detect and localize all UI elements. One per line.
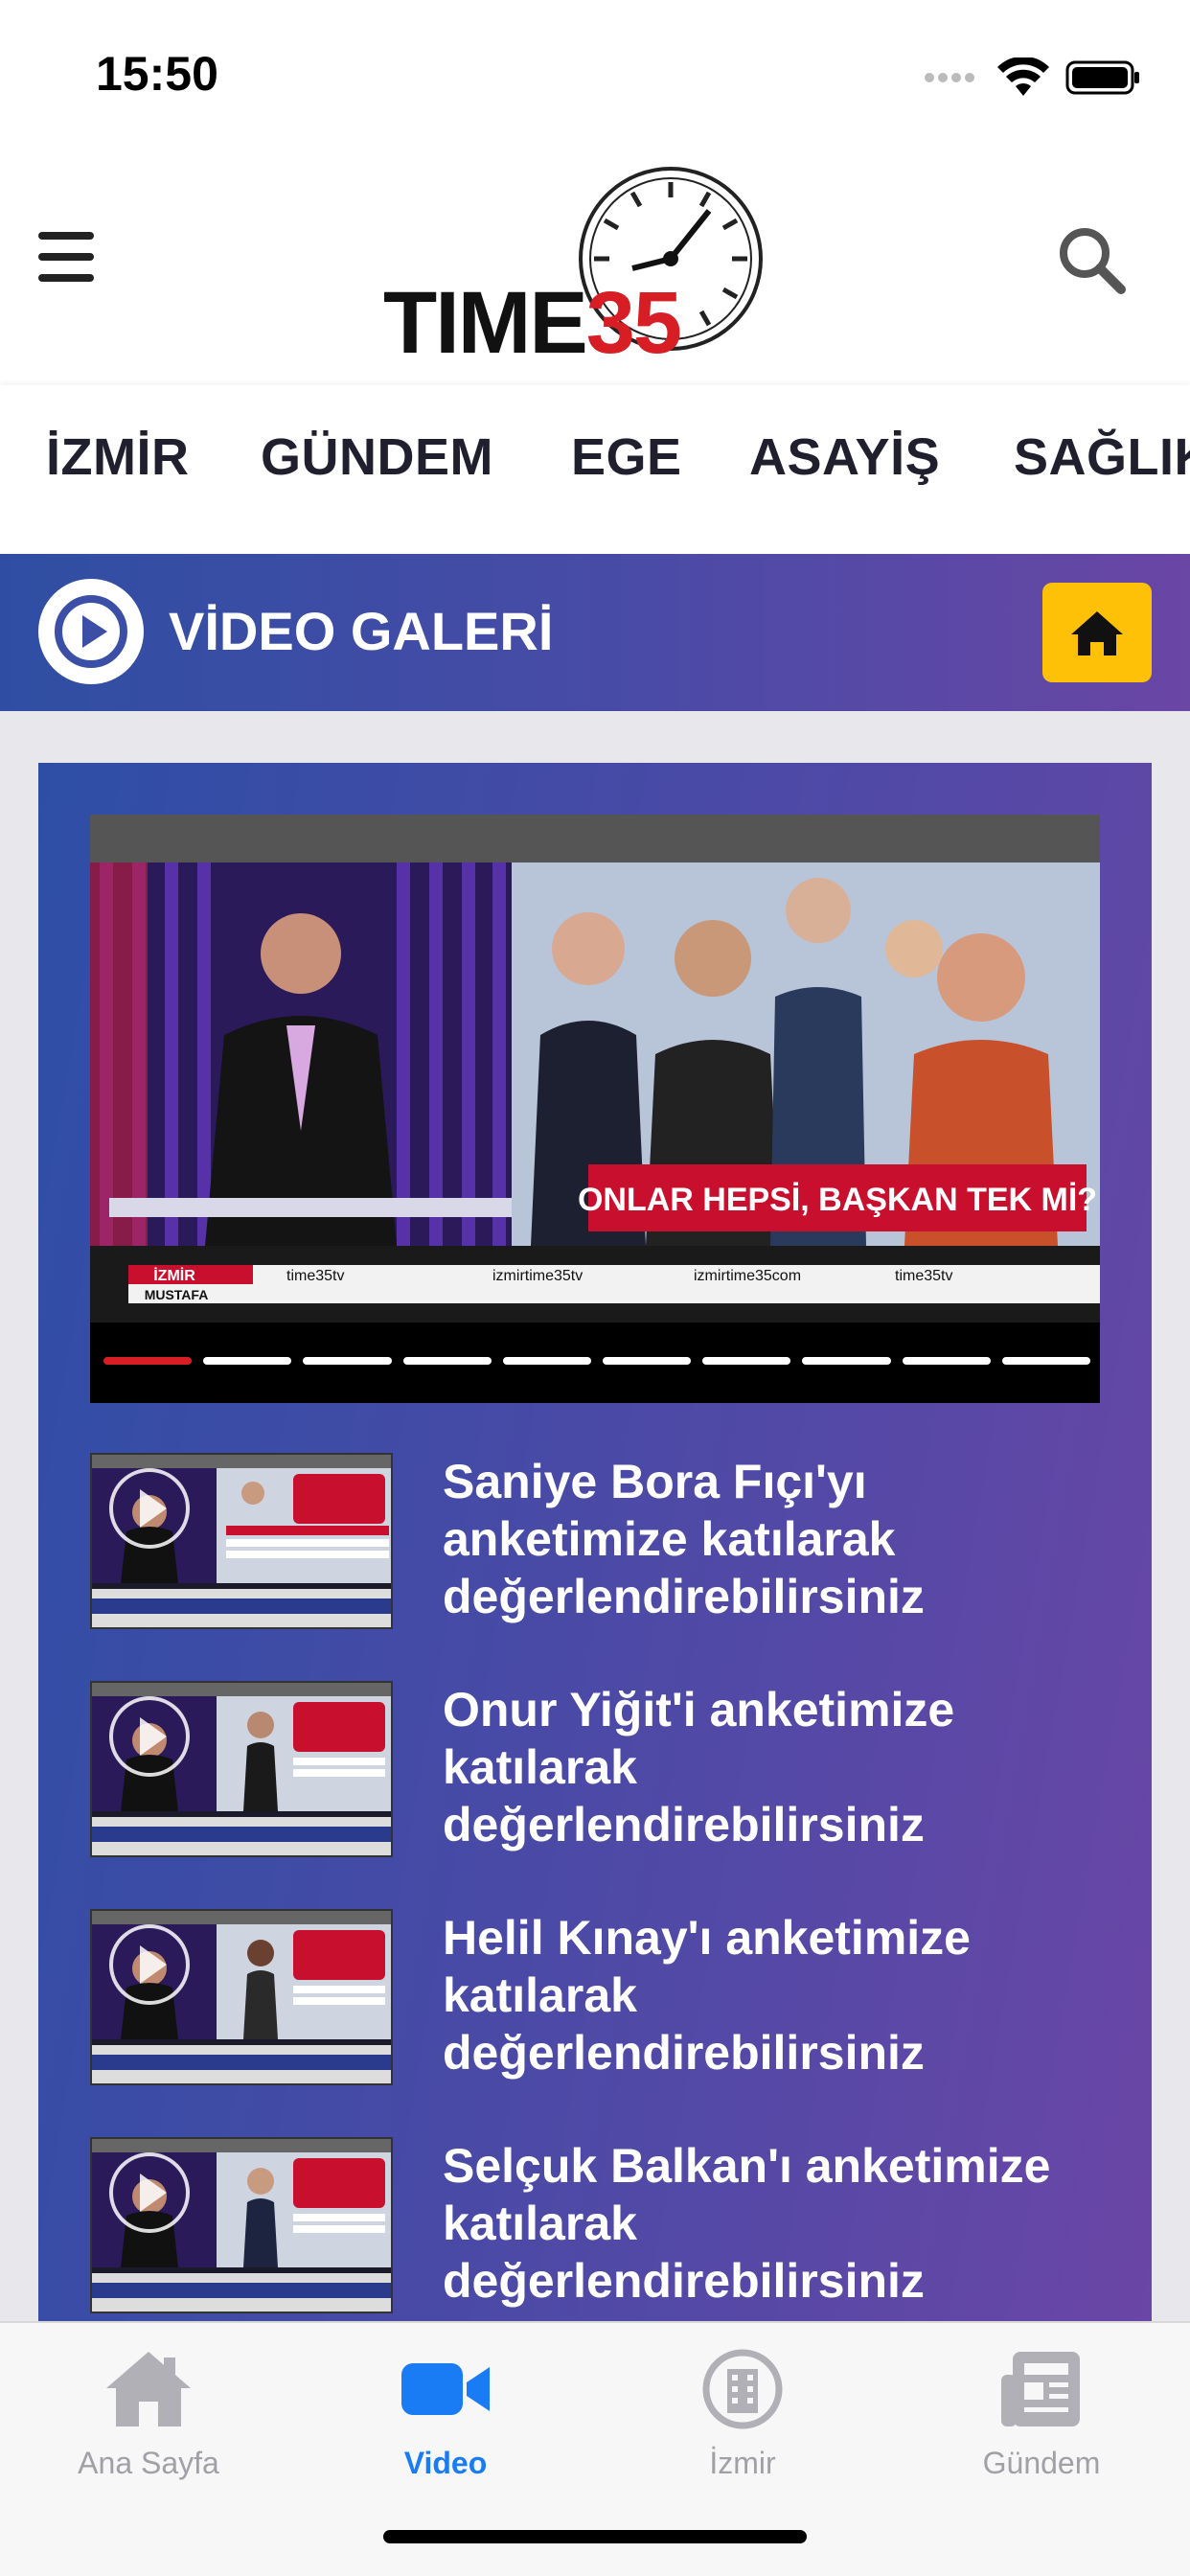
category-ege[interactable]: EGE	[571, 427, 682, 487]
video-title[interactable]: Saniye Bora Fıçı'yı anketimize katılarak…	[443, 1453, 1094, 1625]
slider-dot[interactable]	[502, 1357, 592, 1365]
logo-text-time: TIME	[383, 274, 588, 372]
slider-dot[interactable]	[402, 1357, 492, 1365]
tab-video[interactable]: Video	[335, 2346, 556, 2481]
logo-text-number: 35	[585, 274, 682, 372]
menu-line-icon	[38, 232, 94, 240]
slider-dot[interactable]	[702, 1357, 791, 1365]
search-button[interactable]	[1054, 222, 1131, 299]
play-circle-icon	[38, 579, 144, 684]
video-thumbnail-art	[92, 1455, 391, 1627]
video-gallery-banner: VİDEO GALERİ	[0, 554, 1190, 711]
tab-izmir[interactable]: İzmir	[632, 2346, 853, 2481]
ticker-social-2: izmirtime35tv	[492, 1268, 583, 1284]
slider-headline: ONLAR HEPSİ, BAŞKAN TEK Mİ?	[578, 1182, 1097, 1218]
wifi-icon	[997, 58, 1049, 96]
slider-dot[interactable]	[1001, 1357, 1091, 1365]
home-icon	[1071, 611, 1123, 656]
ticker-social-4: time35tv	[895, 1268, 952, 1284]
battery-icon	[1065, 60, 1139, 95]
video-title[interactable]: Onur Yiğit'i anketimize katılarak değerl…	[443, 1681, 1094, 1853]
video-thumbnail-art	[92, 1911, 391, 2083]
video-title[interactable]: Helil Kınay'ı anketimize katılarak değer…	[443, 1909, 1094, 2082]
slider-dot[interactable]	[603, 1357, 692, 1365]
video-gallery-card: ONLAR HEPSİ, BAŞKAN TEK Mİ? İZMİR MUSTAF…	[38, 763, 1152, 2325]
logo-wordmark: TIME35	[383, 273, 682, 374]
tab-label: Ana Sayfa	[78, 2446, 219, 2480]
slider-dot[interactable]	[902, 1357, 991, 1365]
status-bar: 15:50	[0, 0, 1190, 144]
slider-dot[interactable]	[103, 1357, 193, 1365]
home-shortcut-button[interactable]	[1042, 583, 1152, 682]
category-saglik[interactable]: SAĞLIK	[1014, 427, 1190, 487]
slider-dot[interactable]	[303, 1357, 392, 1365]
signal-icon	[925, 73, 974, 82]
menu-line-icon	[38, 253, 94, 261]
status-time: 15:50	[96, 47, 218, 101]
menu-line-icon	[38, 274, 94, 282]
video-camera-icon	[401, 2363, 490, 2415]
category-asayis[interactable]: ASAYİŞ	[749, 427, 940, 487]
category-gundem[interactable]: GÜNDEM	[261, 427, 493, 487]
video-list: Saniye Bora Fıçı'yı anketimize katılarak…	[90, 1453, 1100, 2325]
video-list-item[interactable]: Onur Yiğit'i anketimize katılarak değerl…	[90, 1681, 1100, 1909]
video-thumbnail	[90, 1453, 393, 1629]
ticker-social-1: time35tv	[286, 1268, 344, 1284]
app-screen: 15:50 TIME35 İZMİR GÜNDEM EGE ASAYİŞ SAĞ…	[0, 0, 1190, 2576]
play-icon	[55, 595, 127, 668]
home-indicator	[383, 2530, 807, 2543]
video-list-item[interactable]: Selçuk Balkan'ı anketimize katılarak değ…	[90, 2137, 1100, 2325]
slider-pagination	[103, 1357, 1091, 1365]
tab-label: İzmir	[709, 2446, 776, 2480]
tab-ana-sayfa[interactable]: Ana Sayfa	[38, 2346, 259, 2481]
ticker-name: MUSTAFA	[145, 1287, 209, 1302]
hamburger-menu-button[interactable]	[38, 232, 96, 289]
video-thumbnail-art	[92, 2139, 391, 2312]
app-header: TIME35	[0, 144, 1190, 385]
video-thumbnail-art	[92, 1683, 391, 1855]
video-thumbnail	[90, 1681, 393, 1857]
newspaper-icon	[1001, 2352, 1080, 2426]
category-izmir[interactable]: İZMİR	[46, 427, 189, 487]
ticker-social-3: izmirtime35com	[694, 1268, 801, 1284]
featured-video-thumbnail: ONLAR HEPSİ, BAŞKAN TEK Mİ? İZMİR MUSTAF…	[90, 815, 1100, 1322]
video-thumbnail	[90, 1909, 393, 2085]
building-icon	[702, 2349, 783, 2429]
ticker-city: İZMİR	[153, 1267, 195, 1284]
status-icons	[924, 58, 1142, 98]
tab-gundem[interactable]: Gündem	[931, 2346, 1152, 2481]
tab-label: Video	[403, 2446, 488, 2480]
video-list-item[interactable]: Helil Kınay'ı anketimize katılarak değer…	[90, 1909, 1100, 2137]
category-nav: İZMİR GÜNDEM EGE ASAYİŞ SAĞLIK	[0, 385, 1190, 554]
video-title[interactable]: Selçuk Balkan'ı anketimize katılarak değ…	[443, 2137, 1094, 2310]
search-icon	[1060, 228, 1126, 294]
slider-dot[interactable]	[802, 1357, 891, 1365]
video-list-item[interactable]: Saniye Bora Fıçı'yı anketimize katılarak…	[90, 1453, 1100, 1681]
video-thumbnail	[90, 2137, 393, 2313]
featured-video-slider[interactable]: ONLAR HEPSİ, BAŞKAN TEK Mİ? İZMİR MUSTAF…	[90, 815, 1100, 1403]
section-title: VİDEO GALERİ	[169, 601, 554, 661]
home-icon	[106, 2352, 191, 2426]
time35-logo[interactable]: TIME35	[383, 163, 786, 374]
slider-dot[interactable]	[203, 1357, 292, 1365]
tab-label: Gündem	[982, 2446, 1101, 2480]
